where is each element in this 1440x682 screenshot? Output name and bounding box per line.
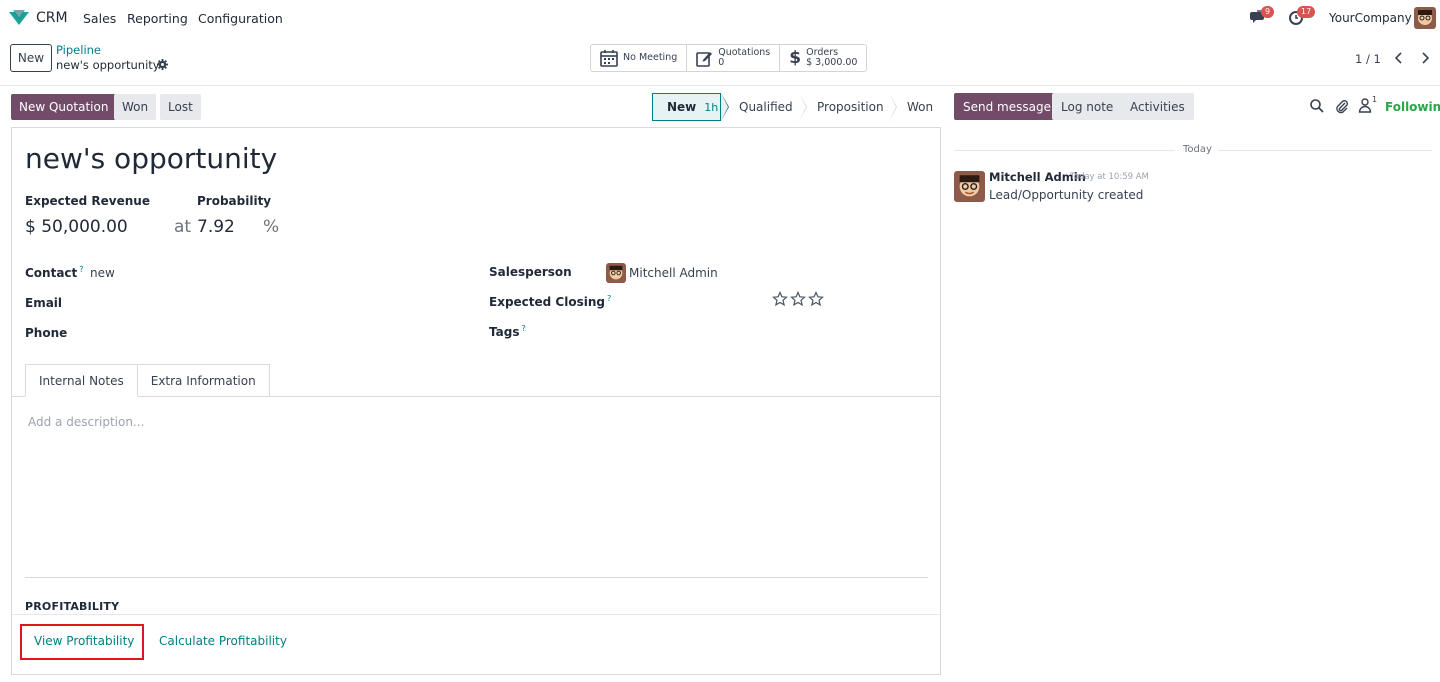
stage-won-label: Won xyxy=(907,100,934,114)
tags-label: Tags? xyxy=(489,324,526,339)
breadcrumb-current: new's opportunity xyxy=(56,58,160,72)
won-button[interactable]: Won xyxy=(114,94,157,120)
salesperson-avatar xyxy=(606,263,626,283)
messages-badge: 9 xyxy=(1261,6,1275,18)
user-icon xyxy=(1358,98,1372,113)
tags-help-mark[interactable]: ? xyxy=(521,324,525,333)
app-name[interactable]: CRM xyxy=(36,10,68,26)
stage-new-duration: 1h xyxy=(704,100,719,114)
meeting-smart-button[interactable]: No Meeting xyxy=(591,45,688,71)
stage-proposition[interactable]: Proposition xyxy=(799,93,897,121)
opportunity-title[interactable]: new's opportunity xyxy=(25,142,277,175)
stage-new[interactable]: New 1h xyxy=(652,93,729,121)
message-author-avatar[interactable] xyxy=(954,171,985,202)
top-navbar: CRM Sales Reporting Configuration 9 17 Y… xyxy=(0,0,1440,36)
followers-count: 1 xyxy=(1372,95,1378,104)
orders-text: Orders $ 3,000.00 xyxy=(806,48,857,68)
paperclip-icon[interactable] xyxy=(1334,98,1350,114)
expected-closing-help-mark[interactable]: ? xyxy=(607,294,611,303)
probability-label: Probability xyxy=(197,194,272,208)
star-icon[interactable] xyxy=(808,291,824,307)
stage-qualified[interactable]: Qualified xyxy=(721,93,807,121)
menu-sales[interactable]: Sales xyxy=(83,11,116,26)
phone-label: Phone xyxy=(25,326,68,340)
activities-button[interactable]: Activities xyxy=(1121,93,1194,120)
crm-app-icon[interactable] xyxy=(8,9,30,27)
meeting-label: No Meeting xyxy=(623,52,678,63)
quotations-count: 0 xyxy=(718,57,725,68)
pager-value[interactable]: 1 / 1 xyxy=(1355,52,1381,66)
new-quotation-button[interactable]: New Quotation xyxy=(11,94,117,120)
contact-help-mark[interactable]: ? xyxy=(79,265,83,274)
message-body: Lead/Opportunity created xyxy=(989,188,1144,202)
description-editor[interactable]: Add a description... xyxy=(28,415,144,429)
dollar-icon: $ xyxy=(789,48,802,68)
notebook-tabs: Internal Notes Extra Information xyxy=(25,364,270,397)
quotations-text: Quotations 0 xyxy=(718,48,770,68)
contact-field[interactable]: new xyxy=(90,266,115,280)
gear-icon[interactable] xyxy=(157,59,168,70)
stage-qualified-label: Qualified xyxy=(739,100,793,114)
calculate-profitability-button[interactable]: Calculate Profitability xyxy=(159,634,287,648)
percent-sign: % xyxy=(263,217,280,237)
new-record-button[interactable]: New xyxy=(10,44,52,72)
activities-badge: 17 xyxy=(1297,6,1316,18)
probability-input[interactable]: 7.92 xyxy=(197,217,235,237)
messages-icon[interactable]: 9 xyxy=(1250,6,1275,27)
star-icon[interactable] xyxy=(790,291,806,307)
divider xyxy=(12,614,940,615)
smart-buttons: No Meeting Quotations 0 $ Orders $ 3,000… xyxy=(590,44,868,72)
menu-reporting[interactable]: Reporting xyxy=(127,11,188,26)
menu-configuration[interactable]: Configuration xyxy=(198,11,283,26)
send-message-button[interactable]: Send message xyxy=(954,93,1060,120)
stage-statusbar: New 1h Qualified Proposition Won xyxy=(652,93,941,121)
form-sheet: new's opportunity Expected Revenue $ 50,… xyxy=(11,127,941,675)
contact-label-text: Contact xyxy=(25,266,78,280)
activities-clock-icon[interactable]: 17 xyxy=(1288,6,1316,27)
salesperson-label: Salesperson xyxy=(489,265,572,279)
expected-closing-label: Expected Closing? xyxy=(489,294,611,309)
tab-extra-information[interactable]: Extra Information xyxy=(136,364,270,397)
expected-revenue-input[interactable]: $ 50,000.00 xyxy=(25,217,128,237)
at-label: at xyxy=(174,217,192,237)
expected-revenue-label: Expected Revenue xyxy=(25,194,150,208)
breadcrumb-pipeline[interactable]: Pipeline xyxy=(56,43,101,57)
followers-button[interactable]: 1 xyxy=(1358,95,1378,113)
orders-smart-button[interactable]: $ Orders $ 3,000.00 xyxy=(780,45,866,71)
lost-button[interactable]: Lost xyxy=(160,94,201,120)
divider xyxy=(25,577,928,578)
tab-internal-notes[interactable]: Internal Notes xyxy=(25,364,138,397)
contact-label: Contact? xyxy=(25,265,84,280)
orders-amount: $ 3,000.00 xyxy=(806,57,858,68)
tags-label-text: Tags xyxy=(489,325,520,339)
calendar-icon xyxy=(600,50,618,67)
profitability-section-title: PROFITABILITY xyxy=(25,600,120,613)
expected-closing-label-text: Expected Closing xyxy=(489,295,605,309)
view-profitability-button[interactable]: View Profitability xyxy=(34,634,134,648)
stage-new-label: New xyxy=(667,100,697,114)
message-date: Today at 10:59 AM xyxy=(1070,172,1149,182)
star-icon[interactable] xyxy=(772,291,788,307)
stage-proposition-label: Proposition xyxy=(817,100,884,114)
email-label: Email xyxy=(25,296,63,310)
pager-next-icon[interactable] xyxy=(1416,48,1434,68)
priority-stars xyxy=(772,291,824,307)
company-switcher[interactable]: YourCompany xyxy=(1329,11,1412,25)
day-divider-left xyxy=(955,150,1175,151)
salesperson-field[interactable]: Mitchell Admin xyxy=(629,266,718,280)
quotations-smart-button[interactable]: Quotations 0 xyxy=(687,45,781,71)
following-button[interactable]: Following xyxy=(1385,100,1440,114)
day-divider-right xyxy=(1218,150,1432,151)
pager-previous-icon[interactable] xyxy=(1390,48,1408,68)
quotations-label: Quotations xyxy=(718,47,771,58)
user-avatar[interactable] xyxy=(1414,7,1436,29)
search-icon[interactable] xyxy=(1309,98,1325,114)
edit-document-icon xyxy=(696,51,713,67)
log-note-button[interactable]: Log note xyxy=(1052,93,1123,120)
control-panel: New Pipeline new's opportunity No Meetin… xyxy=(0,36,1440,86)
day-separator: Today xyxy=(1183,144,1212,155)
